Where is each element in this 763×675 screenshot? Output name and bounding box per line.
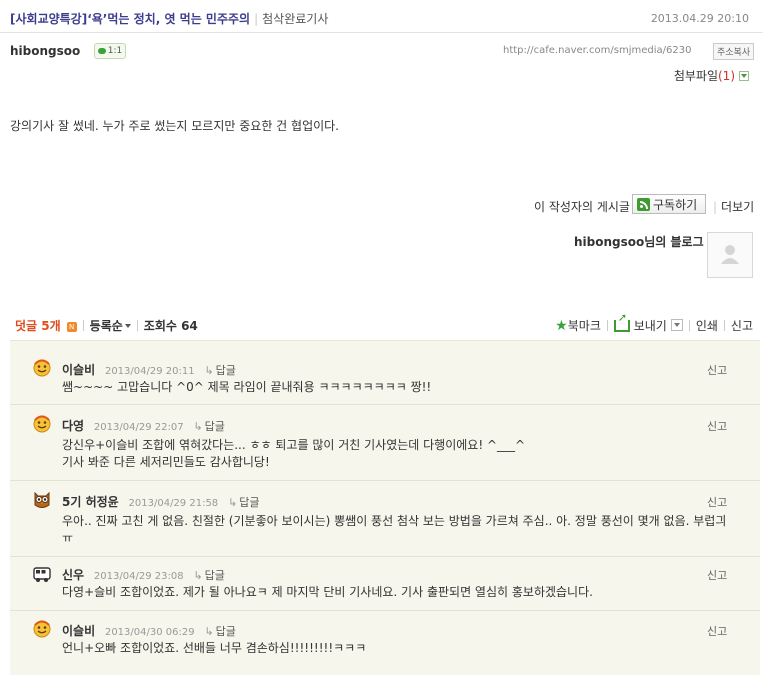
- comment-text: 강신우+이슬비 조합에 엮혀갔다는... ㅎㅎ 퇴고를 많이 거친 기사였는데 …: [62, 438, 526, 469]
- comment-divider: [10, 404, 760, 405]
- more-label: 더보기: [721, 200, 755, 214]
- attachment-label: 첨부파일: [673, 69, 718, 83]
- view-count: 조회수 64: [143, 319, 198, 333]
- chat-button[interactable]: 1:1: [94, 43, 126, 59]
- post-category[interactable]: 첨삭완료기사: [262, 12, 328, 26]
- person-icon: [721, 245, 739, 264]
- print-button[interactable]: 인쇄: [696, 319, 718, 333]
- subscribe-button[interactable]: 구독하기: [632, 194, 706, 214]
- report-comment-button[interactable]: 신고: [707, 418, 727, 434]
- comment-meta: 다영 2013/04/29 22:07 답글: [62, 417, 225, 434]
- comment-date: 2013/04/29 21:58: [128, 498, 219, 509]
- comment-author[interactable]: 신우: [62, 568, 84, 582]
- report-comment-button[interactable]: 신고: [707, 362, 727, 378]
- comment-divider: [10, 480, 760, 481]
- rss-icon: [637, 197, 650, 211]
- comment-date: 2013/04/30 06:29: [104, 627, 195, 638]
- comment-date: 2013/04/29 20:11: [104, 366, 195, 377]
- comment-date: 2013/04/29 22:07: [93, 422, 184, 433]
- author-posts-label: 이 작성자의 게시글: [534, 200, 630, 214]
- send-options-dropdown[interactable]: [670, 319, 683, 331]
- reply-button[interactable]: 답글: [204, 625, 235, 638]
- more-link[interactable]: | 더보기: [713, 198, 754, 215]
- toolbar-divider: [82, 320, 84, 331]
- comment-author[interactable]: 5기 허정윤: [62, 495, 119, 509]
- chat-label: 1:1: [107, 46, 123, 56]
- chat-bubble-icon: [97, 48, 106, 54]
- report-comment-button[interactable]: 신고: [707, 623, 727, 639]
- comment-text: 쌤~~~~ 고맙습니다 ^0^ 제목 라임이 끝내줘용 ㅋㅋㅋㅋㅋㅋㅋㅋ 짱!!: [62, 380, 432, 394]
- reply-button[interactable]: 답글: [228, 496, 259, 509]
- sort-dropdown[interactable]: 등록순: [90, 319, 131, 333]
- attachment-count: (1): [718, 69, 735, 83]
- bookmark-button[interactable]: ★북마크: [555, 318, 601, 334]
- author-avatar[interactable]: [707, 232, 753, 278]
- header-divider: [0, 32, 763, 33]
- owl-icon: [33, 491, 51, 509]
- post-body: 강의기사 잘 썼네. 누가 주로 썼는지 모르지만 중요한 건 협업이다.: [10, 119, 340, 133]
- send-icon: [613, 311, 630, 332]
- download-icon[interactable]: [739, 71, 749, 81]
- comment-author[interactable]: 다영: [62, 419, 84, 433]
- star-icon: ★: [555, 318, 568, 334]
- comment-text: 언니+오빠 조합이었죠. 선배들 너무 겸손하심!!!!!!!!!ㅋㅋㅋ: [62, 641, 367, 655]
- smiley-icon: [33, 415, 51, 433]
- comment-date: 2013/04/29 23:08: [93, 571, 184, 582]
- comment-author[interactable]: 이슬비: [62, 363, 95, 377]
- post-header: [사회교양특강]‘욕’먹는 정치, 엿 먹는 민주주의 | 첨삭완료기사: [10, 10, 328, 27]
- send-button[interactable]: 보내기: [613, 311, 667, 333]
- toolbar-divider: [723, 320, 725, 331]
- comment-text: 다영+슬비 조합이었죠. 제가 될 아나요ㅋ 제 마지막 단비 기사네요. 기사…: [62, 585, 593, 599]
- more-divider: |: [713, 200, 718, 214]
- sort-label: 등록순: [89, 319, 123, 333]
- comment-divider: [10, 610, 760, 611]
- toolbar-divider: [136, 320, 138, 331]
- reply-button[interactable]: 답글: [193, 569, 224, 582]
- reply-button[interactable]: 답글: [193, 420, 224, 433]
- toolbar-divider: [688, 320, 690, 331]
- chevron-down-icon: [124, 324, 131, 328]
- comment-author[interactable]: 이슬비: [62, 624, 95, 638]
- reply-button[interactable]: 답글: [204, 364, 235, 377]
- title-divider: |: [254, 12, 259, 26]
- send-label: 보내기: [633, 319, 667, 333]
- copy-address-button[interactable]: 주소복사: [713, 43, 755, 60]
- report-post-button[interactable]: 신고: [731, 319, 753, 333]
- bus-icon: [33, 565, 51, 583]
- smiley-icon: [33, 359, 51, 377]
- comments-toolbar-right: ★북마크 보내기 인쇄 신고: [555, 311, 753, 334]
- comments-toolbar-left: 덧글 5개 N 등록순 조회수 64: [15, 317, 198, 334]
- comment-text: 우아.. 진짜 고친 게 없음. 친절한 (기분좋아 보이시는) 뽕쌤이 풍선 …: [62, 514, 727, 545]
- subscribe-label: 구독하기: [653, 197, 698, 212]
- smiley-icon: [33, 620, 51, 638]
- comment-meta: 신우 2013/04/29 23:08 답글: [62, 566, 225, 583]
- comment-meta: 5기 허정윤 2013/04/29 21:58 답글: [62, 493, 259, 510]
- post-url[interactable]: http://cafe.naver.com/smjmedia/6230: [503, 45, 691, 56]
- new-badge-icon: N: [66, 322, 77, 332]
- comment-count[interactable]: 덧글 5개: [15, 319, 61, 333]
- author-blog-link[interactable]: hibongsoo님의 블로그: [574, 233, 704, 250]
- comment-divider: [10, 556, 760, 557]
- comment-meta: 이슬비 2013/04/30 06:29 답글: [62, 622, 236, 639]
- comment-meta: 이슬비 2013/04/29 20:11 답글: [62, 361, 236, 378]
- post-date: 2013.04.29 20:10: [650, 12, 749, 25]
- post-author[interactable]: hibongsoo: [10, 44, 80, 58]
- toolbar-divider: [606, 320, 608, 331]
- report-comment-button[interactable]: 신고: [707, 567, 727, 583]
- post-title[interactable]: [사회교양특강]‘욕’먹는 정치, 엿 먹는 민주주의: [10, 12, 250, 26]
- report-comment-button[interactable]: 신고: [707, 494, 727, 510]
- bookmark-label: 북마크: [567, 319, 601, 333]
- attachment-link[interactable]: 첨부파일(1): [674, 67, 749, 84]
